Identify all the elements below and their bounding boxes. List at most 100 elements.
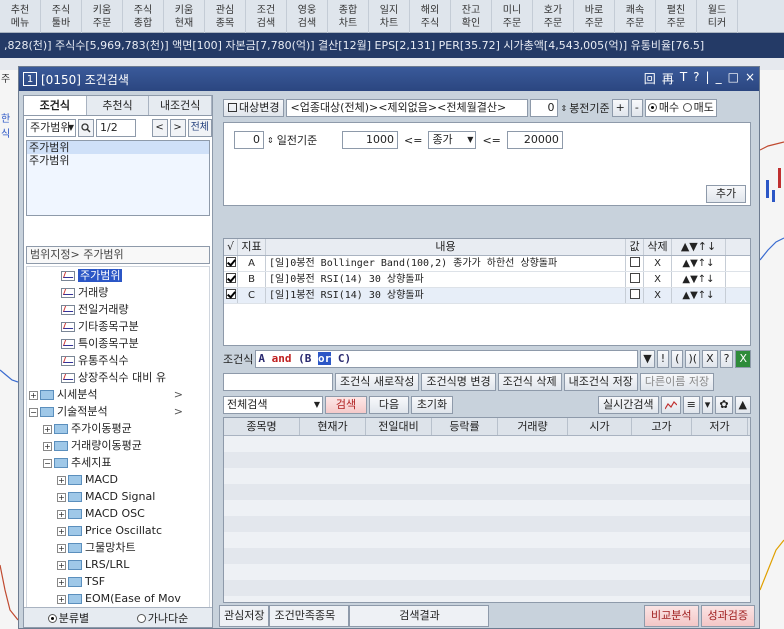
performance-verify-button[interactable]: 성과검증 bbox=[700, 605, 755, 627]
spin-icon[interactable]: ⇕ bbox=[267, 136, 274, 145]
collapse-up-icon[interactable]: ▲ bbox=[734, 396, 751, 414]
max-price-input[interactable]: 20000 bbox=[506, 131, 563, 149]
table-row[interactable]: C [일]1봉전 RSI(14) 30 상향돌파 X ▲▼↑↓ bbox=[224, 288, 750, 304]
toolbar-button[interactable]: 쾌속 주문 bbox=[615, 0, 656, 33]
realtime-search-button[interactable]: 실시간검색 bbox=[597, 396, 659, 414]
toolbar-button[interactable]: 관심 종목 bbox=[205, 0, 246, 33]
toolbar-button[interactable]: 추천 메뉴 bbox=[0, 0, 41, 33]
value-checkbox[interactable] bbox=[629, 273, 640, 283]
add-button[interactable]: 추가 bbox=[706, 185, 746, 203]
buy-radio[interactable]: 매수 bbox=[647, 101, 679, 114]
search-button[interactable]: 검색 bbox=[325, 396, 367, 414]
tab-my-conditions[interactable]: 내조건식 bbox=[149, 96, 213, 115]
results-column-header[interactable]: 종목명 bbox=[224, 418, 300, 435]
day-basis-value[interactable]: 0 bbox=[234, 131, 264, 149]
value-checkbox[interactable] bbox=[629, 257, 640, 267]
expand-icon[interactable]: + bbox=[57, 577, 66, 587]
change-target-button[interactable]: 대상변경 bbox=[223, 99, 285, 117]
period-value[interactable]: 0 bbox=[530, 99, 559, 117]
tree-item[interactable]: + TSF bbox=[27, 573, 209, 590]
expression-input[interactable]: A and (B or C) bbox=[255, 350, 639, 368]
expand-icon[interactable]: + bbox=[57, 543, 66, 553]
results-column-header[interactable]: 거래량 bbox=[498, 418, 568, 435]
results-body[interactable] bbox=[224, 436, 750, 602]
list-menu-icon[interactable]: ≡ bbox=[682, 396, 700, 414]
rename-condition-button[interactable]: 조건식명 변경 bbox=[421, 373, 496, 391]
toolbar-button[interactable]: 조건 검색 bbox=[246, 0, 287, 33]
min-price-input[interactable]: 1000 bbox=[342, 131, 398, 149]
toolbar-button[interactable]: 바로 주문 bbox=[574, 0, 615, 33]
results-column-header[interactable]: 전일대비 bbox=[366, 418, 432, 435]
list-item[interactable]: 주가범위 bbox=[27, 154, 209, 167]
dialog-titlebar[interactable]: 1 [0150] 조건검색 回 再 T ? | _ □ × bbox=[19, 67, 759, 91]
expand-icon[interactable]: + bbox=[43, 441, 52, 451]
row-delete-button[interactable]: X bbox=[644, 256, 672, 271]
prev-page-button[interactable]: < bbox=[151, 119, 168, 137]
tab-condition[interactable]: 조건식 bbox=[24, 96, 87, 115]
save-interest-button[interactable]: 관심저장 bbox=[219, 605, 270, 627]
tree-item[interactable]: − 추세지표 bbox=[27, 454, 209, 471]
tree-item[interactable]: + 시세분석 > bbox=[27, 386, 209, 403]
expand-icon[interactable]: + bbox=[57, 526, 66, 536]
toolbar-button[interactable]: 주식 툴바 bbox=[41, 0, 82, 33]
new-condition-button[interactable]: 조건식 새로작성 bbox=[335, 373, 420, 391]
tree-item[interactable]: 주가범위 bbox=[27, 267, 209, 284]
toolbar-button[interactable]: 월드 티커 bbox=[697, 0, 738, 33]
toolbar-button[interactable]: 해외 주식 bbox=[410, 0, 451, 33]
tree-item[interactable]: + LRS/LRL bbox=[27, 556, 209, 573]
pin-icon[interactable]: 再 bbox=[662, 70, 674, 87]
next-page-button[interactable]: > bbox=[169, 119, 186, 137]
tree-item[interactable]: + Price Oscillatc bbox=[27, 522, 209, 539]
collapse-icon[interactable]: − bbox=[43, 458, 52, 468]
sort-by-category-radio[interactable]: 분류별 bbox=[47, 610, 89, 626]
tree-item[interactable]: 특이종목구분 bbox=[27, 335, 209, 352]
row-move-buttons[interactable]: ▲▼↑↓ bbox=[672, 272, 726, 287]
category-select[interactable]: 주가범위 ▼ bbox=[26, 119, 76, 137]
tree-item[interactable]: + MACD bbox=[27, 471, 209, 488]
reset-button[interactable]: 초기화 bbox=[411, 396, 453, 414]
tab-satisfied-items[interactable]: 조건만족종목 bbox=[269, 605, 350, 627]
price-field-select[interactable]: 종가 ▼ bbox=[428, 131, 477, 149]
minus-button[interactable]: - bbox=[630, 99, 643, 117]
spin-icon[interactable]: ⇕ bbox=[560, 104, 567, 113]
tree-item[interactable]: + 그물망차트 bbox=[27, 539, 209, 556]
expr-help-button[interactable]: ? bbox=[719, 350, 734, 368]
tree-item[interactable]: + MACD OSC bbox=[27, 505, 209, 522]
results-column-header[interactable]: 시가 bbox=[568, 418, 632, 435]
expand-icon[interactable]: + bbox=[57, 492, 66, 502]
tree-item[interactable]: + 거래량이동평균 bbox=[27, 437, 209, 454]
tree-item[interactable]: + EOM(Ease of Mov bbox=[27, 590, 209, 607]
expand-icon[interactable]: + bbox=[57, 594, 66, 604]
row-move-buttons[interactable]: ▲▼↑↓ bbox=[672, 288, 726, 303]
toolbar-button[interactable]: 일지 차트 bbox=[369, 0, 410, 33]
toolbar-button[interactable]: 키움 현재 bbox=[164, 0, 205, 33]
row-checkbox[interactable] bbox=[225, 257, 236, 267]
compare-analysis-button[interactable]: 비교분석 bbox=[644, 605, 699, 627]
paren-open-button[interactable]: ( bbox=[671, 350, 684, 368]
row-delete-button[interactable]: X bbox=[644, 272, 672, 287]
tree-item[interactable]: 전일거래량 bbox=[27, 301, 209, 318]
expand-icon[interactable]: + bbox=[57, 475, 66, 485]
tree-item[interactable]: 상장주식수 대비 유 bbox=[27, 369, 209, 386]
toolbar-button[interactable]: 영웅 검색 bbox=[287, 0, 328, 33]
toolbar-button[interactable]: 잔고 확인 bbox=[451, 0, 492, 33]
maximize-icon[interactable]: □ bbox=[728, 70, 739, 87]
table-row[interactable]: B [일]0봉전 RSI(14) 30 상향돌파 X ▲▼↑↓ bbox=[224, 272, 750, 288]
minimize-icon[interactable]: _ bbox=[716, 70, 722, 87]
row-checkbox[interactable] bbox=[225, 289, 236, 299]
tree-item[interactable]: − 기술적분석 > bbox=[27, 403, 209, 420]
toolbar-button[interactable]: 펼친 주문 bbox=[656, 0, 697, 33]
toolbar-button[interactable]: 주식 종합 bbox=[123, 0, 164, 33]
excel-icon[interactable]: X bbox=[735, 350, 751, 368]
expand-icon[interactable]: + bbox=[57, 509, 66, 519]
not-button[interactable]: ! bbox=[656, 350, 670, 368]
results-column-header[interactable]: 저가 bbox=[692, 418, 748, 435]
save-as-button[interactable]: 다른이름 저장 bbox=[639, 373, 715, 391]
list-item[interactable]: 주가범위 bbox=[27, 141, 209, 154]
toolbar-button[interactable]: 호가 주문 bbox=[533, 0, 574, 33]
clear-expr-button[interactable]: X bbox=[702, 350, 718, 368]
tab-recommended[interactable]: 추천식 bbox=[87, 96, 150, 115]
toolbar-button[interactable]: 종합 차트 bbox=[328, 0, 369, 33]
tree-item[interactable]: 유통주식수 bbox=[27, 352, 209, 369]
font-size-icon[interactable]: T bbox=[680, 70, 687, 87]
